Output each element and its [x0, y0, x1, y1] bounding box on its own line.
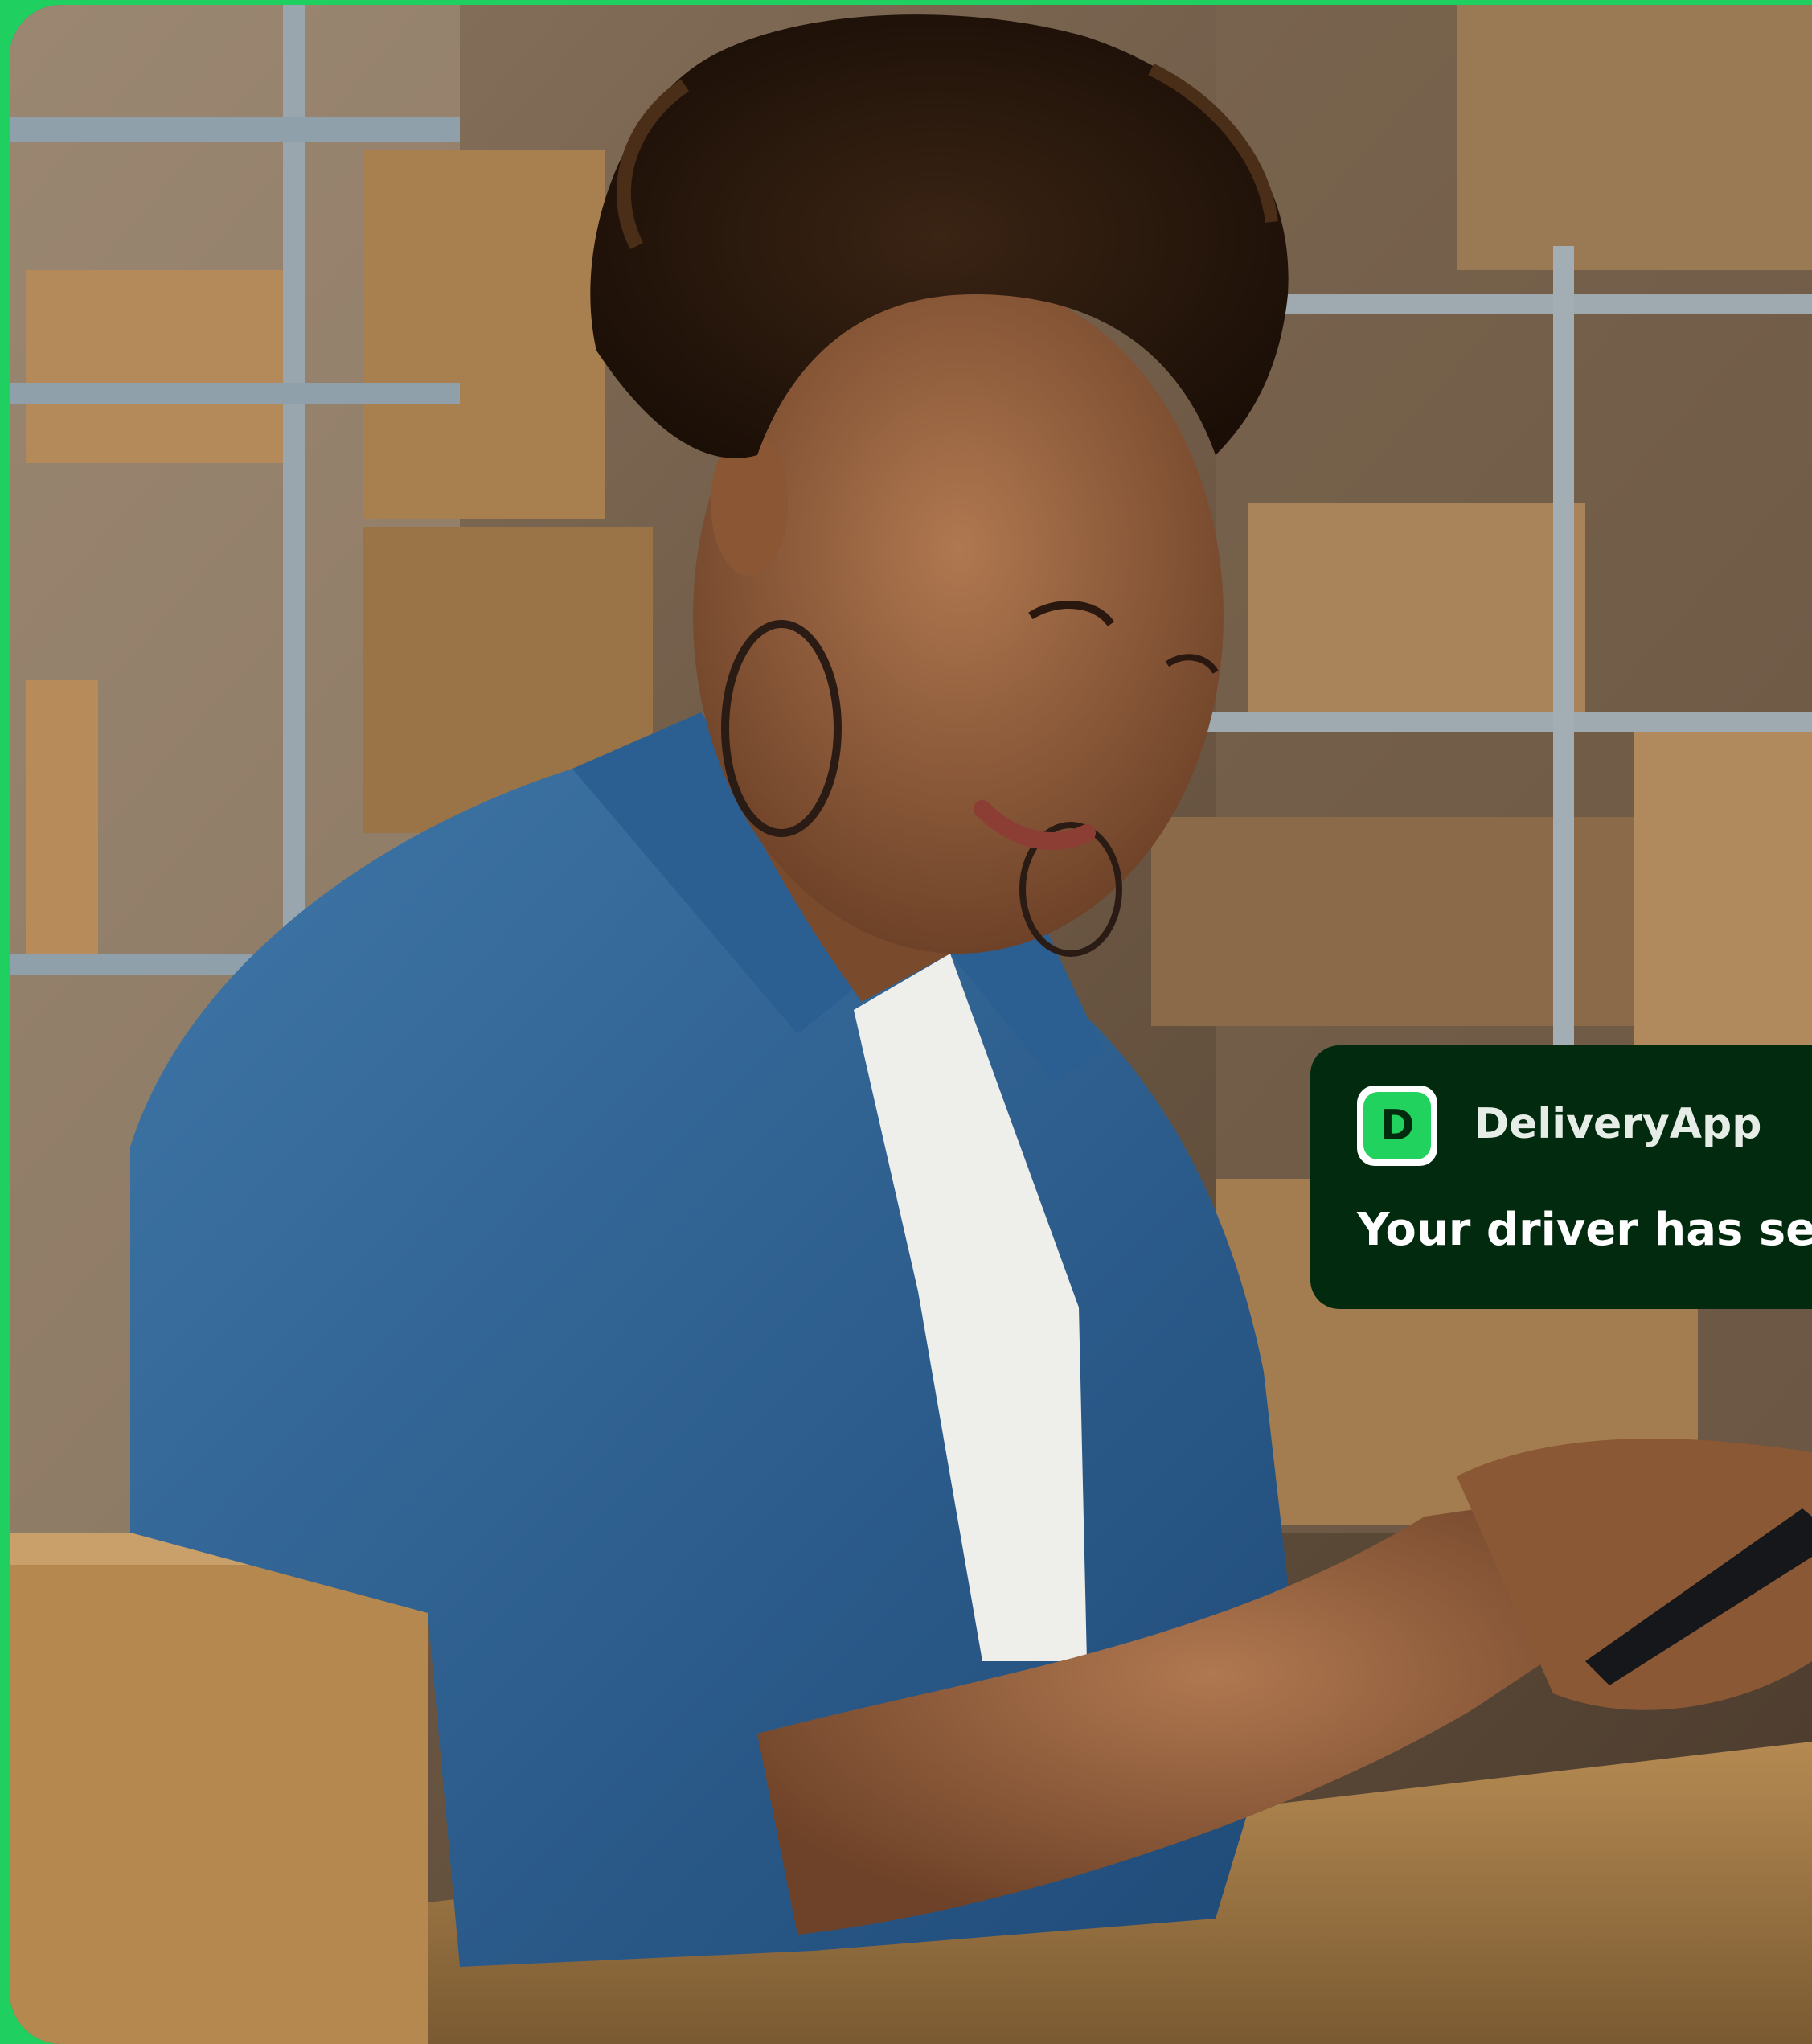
deliveryapp-logo-icon: D	[1357, 1086, 1437, 1166]
push-notification[interactable]: D DeliveryApp Your driver has ser	[1310, 1045, 1812, 1309]
screen-frame: D DeliveryApp Your driver has ser	[0, 0, 1812, 2044]
notification-message: Your driver has ser	[1357, 1204, 1812, 1256]
app-icon-letter: D	[1363, 1092, 1431, 1159]
notification-app-name: DeliveryApp	[1474, 1100, 1762, 1148]
warehouse-photo-illustration	[10, 5, 1812, 2044]
hero-photo	[10, 5, 1812, 2044]
